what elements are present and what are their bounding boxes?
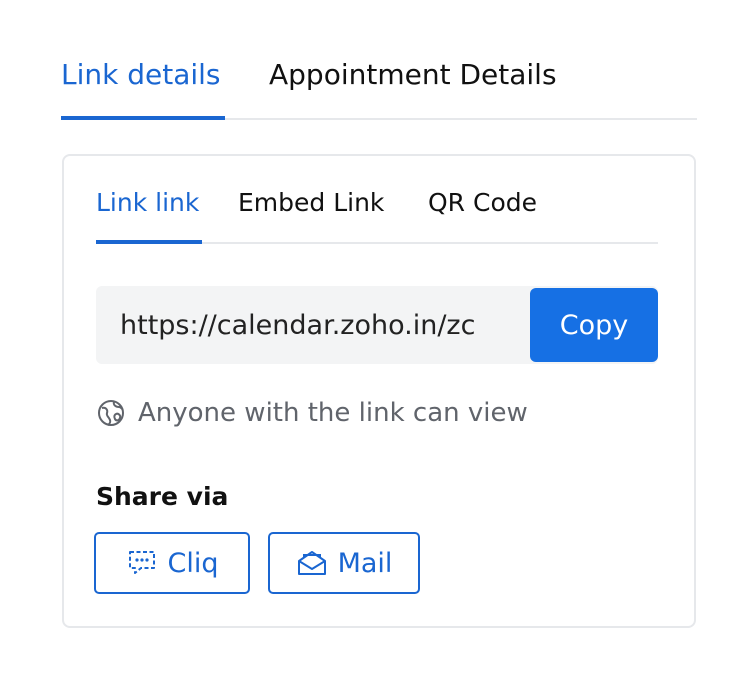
- tab-link-details[interactable]: Link details: [61, 58, 221, 91]
- link-details-card: Link link Embed Link QR Code https://cal…: [62, 154, 696, 628]
- tab-link-link[interactable]: Link link: [96, 188, 199, 217]
- share-cliq-button[interactable]: Cliq: [94, 532, 250, 594]
- sub-tab-bar: Link link Embed Link QR Code: [96, 184, 658, 244]
- link-fade: [496, 286, 530, 364]
- tab-embed-link[interactable]: Embed Link: [238, 188, 384, 217]
- active-tab-indicator: [61, 116, 225, 120]
- mail-icon: [296, 549, 338, 577]
- share-via-label: Share via: [96, 482, 229, 511]
- tab-qr-code[interactable]: QR Code: [428, 188, 537, 217]
- globe-icon: [96, 398, 126, 428]
- link-visibility: Anyone with the link can view: [96, 396, 528, 430]
- active-sub-tab-indicator: [96, 240, 202, 244]
- share-cliq-label: Cliq: [167, 547, 219, 579]
- tab-appointment-details[interactable]: Appointment Details: [269, 58, 557, 91]
- visibility-text: Anyone with the link can view: [138, 398, 528, 428]
- share-mail-button[interactable]: Mail: [268, 532, 420, 594]
- top-tab-bar: Link details Appointment Details: [61, 40, 697, 120]
- link-url[interactable]: https://calendar.zoho.in/zc: [120, 310, 530, 341]
- share-mail-label: Mail: [337, 547, 393, 579]
- link-field[interactable]: https://calendar.zoho.in/zc Copy: [96, 286, 658, 364]
- chat-icon: [126, 549, 168, 577]
- copy-button[interactable]: Copy: [530, 288, 658, 362]
